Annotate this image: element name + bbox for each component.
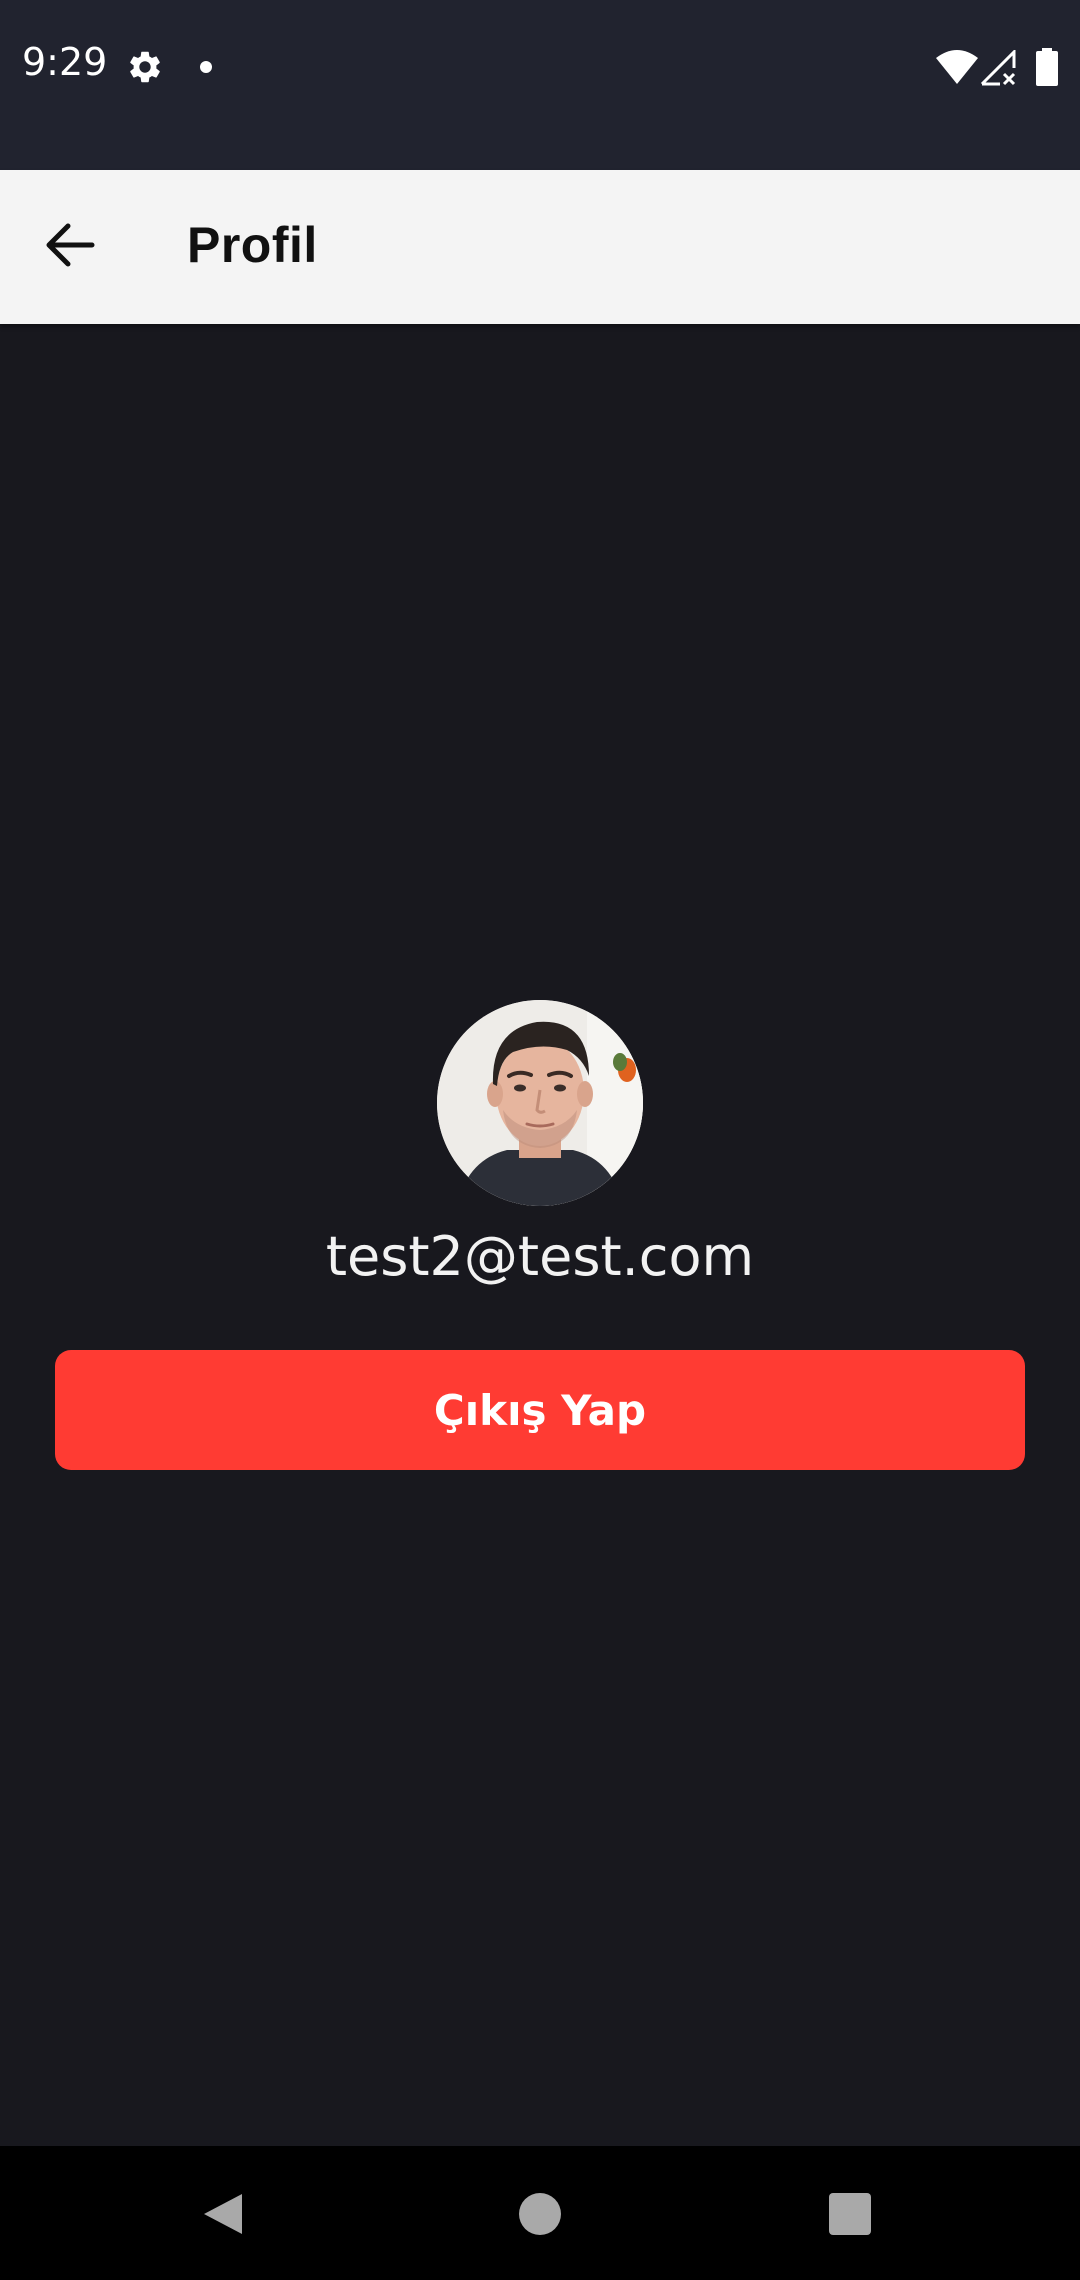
app-bar: Profil — [0, 170, 1080, 324]
navigation-bar — [0, 2146, 1080, 2280]
signal-icon — [980, 48, 1018, 86]
status-time: 9:29 — [22, 40, 108, 84]
home-circle-icon[interactable] — [519, 2193, 561, 2235]
wifi-icon — [936, 50, 978, 84]
notification-dot-icon — [200, 61, 212, 73]
profile-screen: 9:29 Profil test2@test.com Çıkış Yap — [0, 0, 1080, 2280]
status-bar: 9:29 — [0, 0, 1080, 170]
logout-button[interactable]: Çıkış Yap — [55, 1350, 1025, 1470]
user-email: test2@test.com — [325, 1225, 755, 1288]
back-button[interactable] — [30, 202, 110, 292]
battery-icon — [1036, 48, 1058, 86]
recents-square-icon[interactable] — [829, 2193, 871, 2235]
page-title: Profil — [187, 217, 318, 273]
gear-icon — [126, 48, 164, 86]
back-triangle-icon[interactable] — [202, 2192, 244, 2236]
avatar — [437, 1000, 643, 1206]
arrow-left-icon — [44, 222, 96, 273]
